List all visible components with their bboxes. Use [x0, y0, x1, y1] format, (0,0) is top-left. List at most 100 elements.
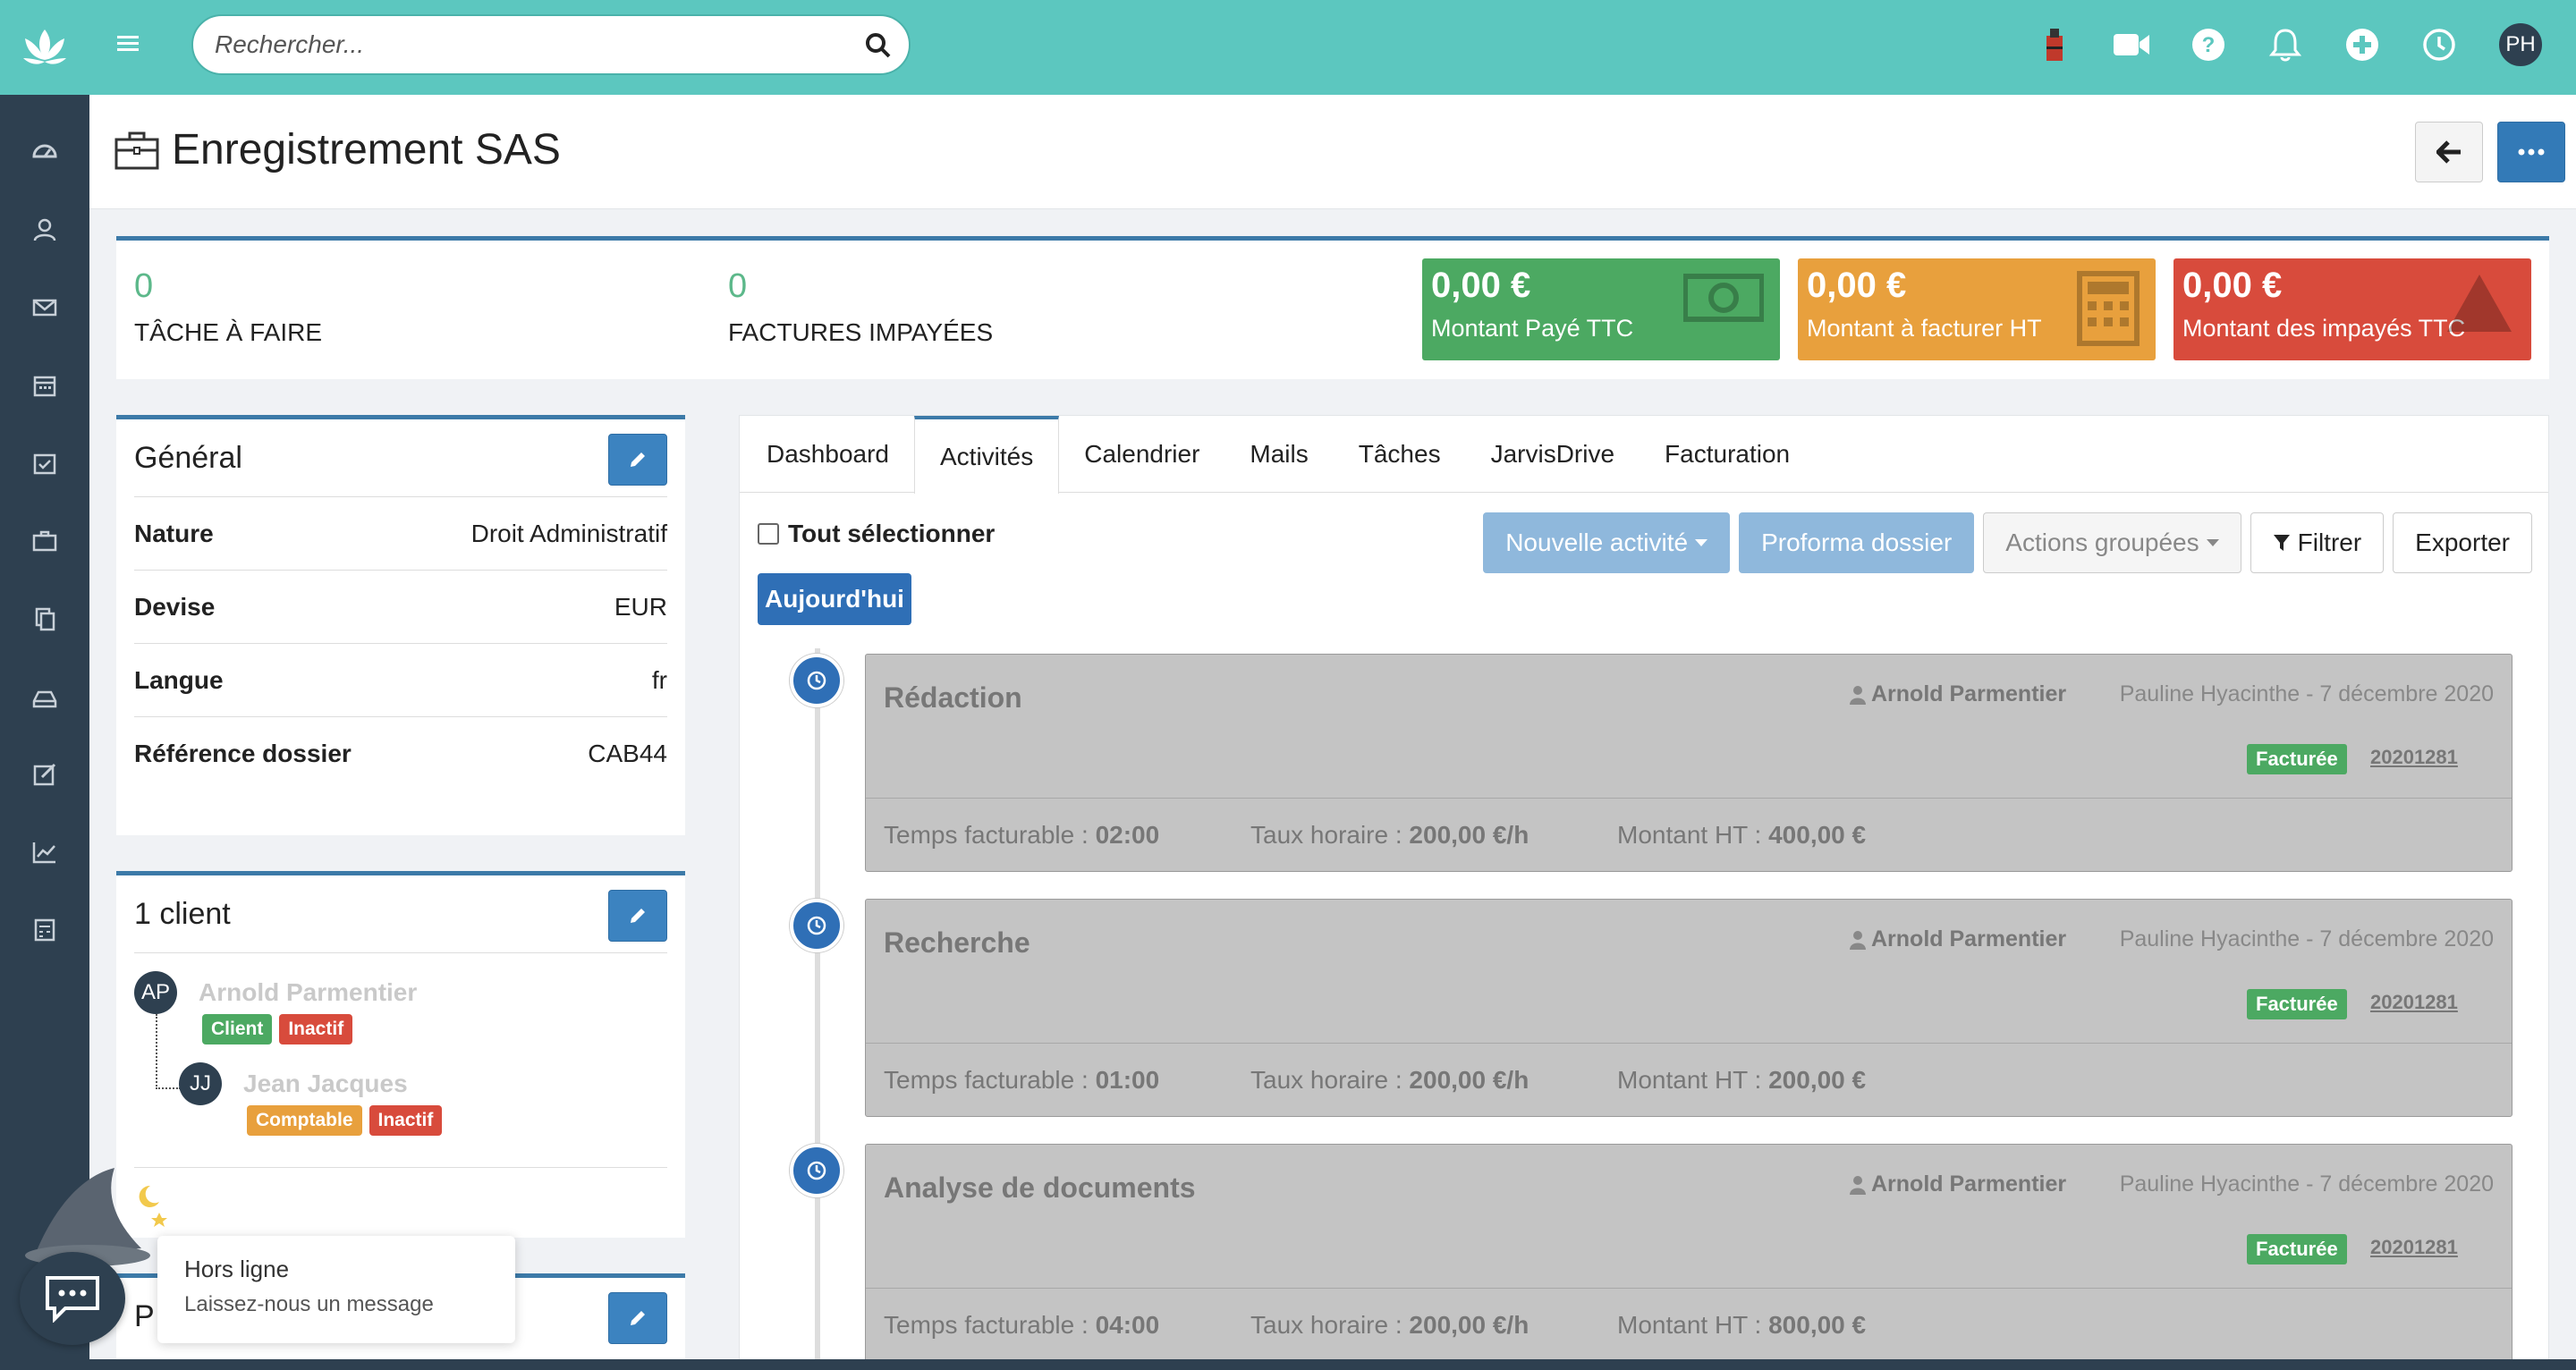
activity-title: Recherche [884, 926, 1030, 959]
user-avatar[interactable]: PH [2497, 21, 2544, 68]
sidebar-item-tasks[interactable] [0, 424, 89, 502]
select-all-checkbox[interactable] [758, 523, 779, 545]
app-logo[interactable] [0, 0, 89, 95]
stat-value: 0 [728, 267, 748, 305]
card-paid-ttc[interactable]: 0,00 € Montant Payé TTC [1422, 258, 1780, 360]
edit-clients-button[interactable] [608, 890, 667, 942]
sidebar-item-mail[interactable] [0, 268, 89, 346]
tab-tasks[interactable]: Tâches [1334, 416, 1466, 493]
edit-third-panel-button[interactable] [608, 1292, 667, 1344]
ellipsis-icon [2518, 148, 2545, 156]
select-all-label: Tout sélectionner [788, 520, 996, 547]
edit-general-button[interactable] [608, 434, 667, 486]
page-title: Enregistrement SAS [172, 126, 561, 173]
filter-button[interactable]: Filtrer [2250, 512, 2385, 573]
caret-down-icon [2206, 539, 2219, 546]
help-button[interactable]: ? [2190, 26, 2227, 63]
documents-icon [35, 607, 55, 630]
timeline-clock-icon [790, 1144, 843, 1197]
more-options-button[interactable] [2497, 122, 2565, 182]
video-button[interactable] [2113, 26, 2150, 63]
history-button[interactable] [2420, 26, 2458, 63]
activity-card[interactable]: Rédaction Arnold Parmentier Pauline Hyac… [865, 654, 2512, 872]
billable-time-value: 04:00 [1095, 1310, 1160, 1339]
billable-time-label: Temps facturable : [884, 1065, 1096, 1094]
tab-billing[interactable]: Facturation [1640, 416, 1815, 493]
inbox-icon [32, 690, 57, 707]
back-button[interactable] [2415, 122, 2483, 182]
pencil-icon [631, 452, 645, 467]
sidebar-item-contacts[interactable] [0, 190, 89, 268]
clients-panel: 1 client AP Arnold Parmentier Client Ina… [116, 871, 685, 1238]
activity-card[interactable]: Recherche Arnold Parmentier Pauline Hyac… [865, 899, 2512, 1117]
activity-title: Rédaction [884, 681, 1022, 714]
export-button[interactable]: Exporter [2393, 512, 2532, 573]
status-badge: Facturée [2247, 989, 2347, 1019]
select-all[interactable]: Tout sélectionner [758, 520, 995, 548]
timeline-clock-icon [790, 654, 843, 707]
stat-unpaid-invoices[interactable]: 0 FACTURES IMPAYÉES [728, 267, 993, 347]
chat-icon [46, 1276, 99, 1323]
card-unpaid-ttc[interactable]: 0,00 € Montant des impayés TTC [2174, 258, 2531, 360]
activity-user: Arnold Parmentier [1850, 926, 2066, 952]
sidebar-item-documents[interactable] [0, 579, 89, 657]
sidebar-item-chart[interactable] [0, 813, 89, 891]
sidebar-item-briefcase[interactable] [0, 502, 89, 579]
activity-user-name: Arnold Parmentier [1871, 1171, 2067, 1197]
search-icon[interactable] [864, 31, 893, 60]
notifications-button[interactable] [2267, 26, 2304, 63]
sidebar-item-inbox[interactable] [0, 657, 89, 735]
client-name[interactable]: Arnold Parmentier [199, 978, 417, 1007]
billable-time: Temps facturable : 04:00 [884, 1311, 1250, 1340]
card-to-invoice-ht[interactable]: 0,00 € Montant à facturer HT [1798, 258, 2156, 360]
hourly-rate-value: 200,00 €/h [1409, 1065, 1530, 1094]
chat-tooltip[interactable]: Hors ligne Laissez-nous un message [157, 1236, 515, 1343]
grouped-actions-button[interactable]: Actions groupées [1983, 512, 2241, 573]
invoice-link[interactable]: 20201281 [2370, 746, 2458, 769]
today-button[interactable]: Aujourd'hui [758, 573, 911, 625]
chat-launcher[interactable] [20, 1252, 125, 1345]
tab-jarvisdrive[interactable]: JarvisDrive [1466, 416, 1640, 493]
briefcase-icon [114, 131, 159, 169]
row-value: fr [651, 665, 667, 694]
sidebar-item-calendar[interactable] [0, 346, 89, 424]
hourly-rate: Taux horaire : 200,00 €/h [1250, 1311, 1617, 1340]
stat-tasks[interactable]: 0 TÂCHE À FAIRE [134, 267, 322, 347]
topbar: ? PH [89, 0, 2576, 95]
client-badge: Client [202, 1014, 273, 1044]
tab-bar: Dashboard Activités Calendrier Mails Tâc… [740, 416, 2548, 494]
briefcase-icon [32, 530, 57, 551]
wizard-hat-icon [25, 1168, 167, 1266]
tab-activities[interactable]: Activités [913, 416, 1060, 494]
new-activity-label: Nouvelle activité [1505, 529, 1689, 556]
tab-mails[interactable]: Mails [1224, 416, 1333, 493]
sidebar-item-calculator[interactable] [0, 891, 89, 968]
hourly-rate-label: Taux horaire : [1250, 1065, 1410, 1094]
inactive-badge: Inactif [369, 1105, 443, 1136]
proforma-button[interactable]: Proforma dossier [1739, 512, 1975, 573]
search-input[interactable] [215, 30, 841, 59]
activity-card[interactable]: Analyse de documents Arnold Parmentier P… [865, 1144, 2512, 1362]
chat-message: Laissez-nous un message [184, 1292, 434, 1316]
invoice-link[interactable]: 20201281 [2370, 1236, 2458, 1259]
invoice-link[interactable]: 20201281 [2370, 991, 2458, 1014]
user-icon [1850, 1175, 1866, 1195]
sidebar-item-edit[interactable] [0, 735, 89, 813]
stat-value: 0 [134, 267, 154, 305]
amount-ht-label: Montant HT : [1617, 1065, 1769, 1094]
grouped-actions-label: Actions groupées [2005, 529, 2199, 556]
activity-user: Arnold Parmentier [1850, 681, 2066, 707]
amount-ht: Montant HT : 400,00 € [1617, 821, 1984, 850]
tab-calendar[interactable]: Calendrier [1059, 416, 1224, 493]
add-button[interactable] [2343, 26, 2381, 63]
hamburger-menu-icon[interactable] [114, 30, 141, 57]
new-activity-button[interactable]: Nouvelle activité [1483, 512, 1731, 573]
client-avatar: JJ [179, 1062, 222, 1105]
tree-connector [156, 1014, 181, 1089]
activity-user-name: Arnold Parmentier [1871, 926, 2067, 951]
warning-icon [2447, 275, 2512, 332]
client-name[interactable]: Jean Jacques [243, 1070, 408, 1098]
extension-button[interactable] [2036, 26, 2073, 63]
tab-dashboard[interactable]: Dashboard [767, 416, 914, 493]
sidebar-item-dashboard[interactable] [0, 113, 89, 190]
